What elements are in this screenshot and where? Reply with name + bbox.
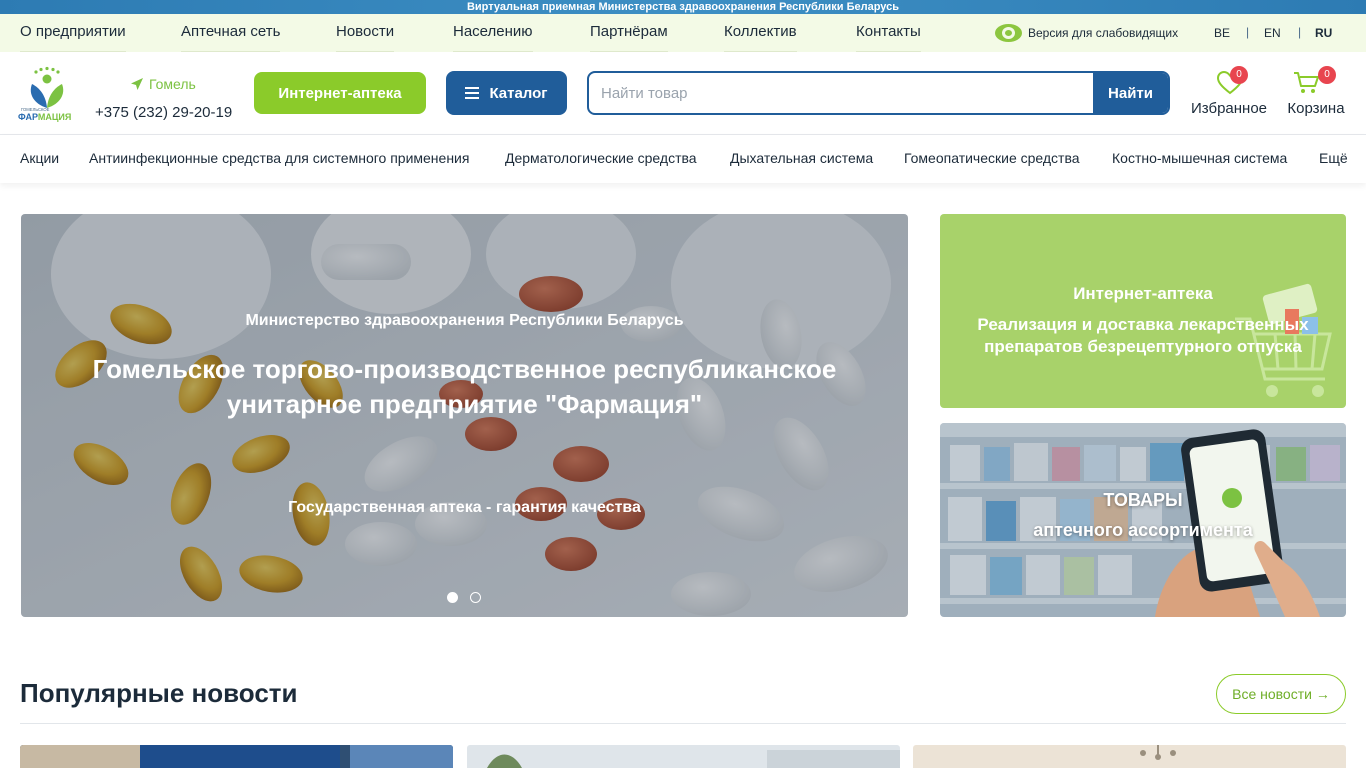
- news-card-thumbnail[interactable]: [467, 745, 900, 768]
- menu-icon: [465, 87, 480, 99]
- internet-pharmacy-card-title: Интернет-аптека: [1073, 284, 1213, 303]
- topnav-item-news[interactable]: Новости: [336, 23, 395, 52]
- language-ru[interactable]: RU: [1315, 26, 1332, 40]
- category-navigation: Акции Антиинфекционные средства для сист…: [0, 135, 1366, 183]
- hero-slider[interactable]: Министерство здравоохранения Республики …: [21, 214, 908, 617]
- search-input[interactable]: [589, 73, 1094, 113]
- svg-text:ФАРМАЦИЯ: ФАРМАЦИЯ: [18, 112, 71, 122]
- topnav-item-pharmacy-network[interactable]: Аптечная сеть: [181, 23, 281, 52]
- top-navigation: О предприятии Аптечная сеть Новости Насе…: [0, 14, 1366, 52]
- internet-pharmacy-card-desc: Реализация и доставка лекарственных преп…: [977, 315, 1309, 356]
- category-promotions[interactable]: Акции: [20, 150, 59, 166]
- cart-icon: [1294, 72, 1319, 93]
- category-dermatology[interactable]: Дерматологические средства: [505, 150, 697, 166]
- phone-link[interactable]: +375 (232) 29-20-19: [95, 104, 232, 121]
- cart-count-badge: 0: [1318, 66, 1336, 84]
- goods-card-desc: аптечного ассортимента: [1033, 520, 1253, 540]
- category-anti-infectives[interactable]: Антиинфекционные средства для системного…: [89, 150, 469, 166]
- category-more[interactable]: Ещё: [1319, 150, 1348, 166]
- slider-dot-2[interactable]: [470, 592, 481, 603]
- section-divider: [20, 723, 1346, 724]
- catalog-button[interactable]: Каталог: [446, 71, 567, 115]
- language-separator: |: [1246, 25, 1250, 39]
- category-homeopathy[interactable]: Гомеопатические средства: [904, 150, 1080, 166]
- city-selector[interactable]: Гомель: [130, 76, 196, 92]
- language-en[interactable]: EN: [1264, 26, 1281, 40]
- all-news-button[interactable]: Все новости →: [1216, 674, 1346, 714]
- category-musculoskeletal[interactable]: Костно-мышечная система: [1112, 150, 1287, 166]
- search-bar: Найти: [587, 71, 1170, 115]
- favorites-button[interactable]: 0 Избранное: [1184, 66, 1274, 122]
- hero-subtitle: Министерство здравоохранения Республики …: [245, 312, 684, 329]
- language-be[interactable]: BE: [1214, 26, 1230, 40]
- hero-tagline: Государственная аптека - гарантия качест…: [288, 499, 641, 516]
- topnav-item-contacts[interactable]: Контакты: [856, 23, 921, 52]
- company-logo[interactable]: ГОМЕЛЬСКОЕ ФАРМАЦИЯ: [18, 66, 78, 122]
- internet-pharmacy-card[interactable]: Интернет-аптека Реализация и доставка ле…: [940, 214, 1346, 408]
- location-arrow-icon: [131, 78, 143, 90]
- goods-card-title: ТОВАРЫ: [1103, 490, 1183, 510]
- site-header: ГОМЕЛЬСКОЕ ФАРМАЦИЯ Гомель +375 (232) 29…: [0, 52, 1366, 135]
- topnav-item-team[interactable]: Коллектив: [724, 23, 797, 52]
- ministry-banner-link[interactable]: Виртуальная приемная Министерства здраво…: [0, 0, 1366, 14]
- cart-label: Корзина: [1287, 100, 1345, 117]
- low-vision-version-link[interactable]: Версия для слабовидящих: [995, 24, 1178, 42]
- search-button[interactable]: Найти: [1093, 73, 1168, 113]
- goods-assortment-card[interactable]: ТОВАРЫ аптечного ассортимента: [940, 423, 1346, 617]
- eye-icon: [995, 24, 1022, 42]
- news-card-thumbnail[interactable]: [20, 745, 453, 768]
- category-respiratory[interactable]: Дыхательная система: [730, 150, 873, 166]
- city-name: Гомель: [149, 76, 196, 92]
- hero-title: Гомельское торгово-производственное респ…: [92, 354, 837, 419]
- popular-news-heading: Популярные новости: [20, 678, 298, 708]
- favorites-label: Избранное: [1190, 100, 1268, 117]
- topnav-item-population[interactable]: Населению: [453, 23, 533, 52]
- cart-button[interactable]: 0 Корзина: [1271, 66, 1361, 122]
- catalog-label: Каталог: [489, 84, 548, 102]
- low-vision-label: Версия для слабовидящих: [1028, 26, 1179, 40]
- language-separator: |: [1298, 25, 1302, 39]
- favorites-count-badge: 0: [1230, 66, 1248, 84]
- topnav-item-about[interactable]: О предприятии: [20, 23, 126, 52]
- topnav-item-partners[interactable]: Партнёрам: [590, 23, 668, 52]
- internet-pharmacy-button[interactable]: Интернет-аптека: [254, 72, 426, 114]
- slider-dot-1[interactable]: [447, 592, 458, 603]
- news-card-thumbnail[interactable]: [913, 745, 1346, 768]
